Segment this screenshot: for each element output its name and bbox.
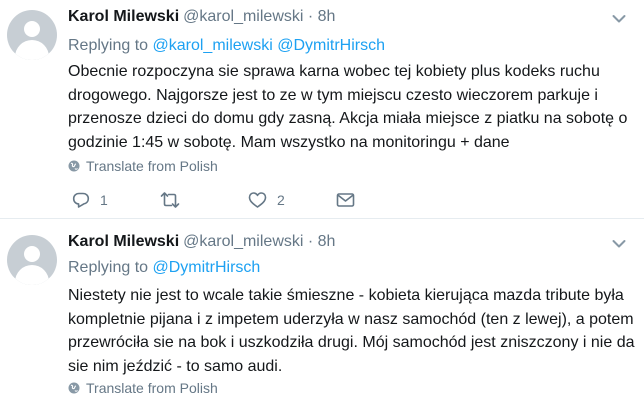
user-handle[interactable]: @karol_milewski — [183, 233, 303, 250]
replying-to: Replying to @karol_milewski @DymitrHirsc… — [68, 36, 385, 56]
translate-link[interactable]: Translate from Polish — [68, 379, 218, 397]
display-name[interactable]: Karol Milewski — [68, 8, 179, 25]
tweet[interactable]: Karol Milewski @karol_milewski · 8h Reply… — [0, 0, 644, 219]
tweet-text: Obecnie rozpoczyna sie sprawa karna wobe… — [68, 63, 628, 151]
chevron-down-icon[interactable] — [612, 239, 626, 249]
tweet[interactable]: Karol Milewski @karol_milewski · 8h Reply… — [0, 220, 644, 411]
timestamp[interactable]: 8h — [318, 8, 336, 25]
retweet-button[interactable] — [160, 190, 180, 210]
like-button[interactable]: 2 — [248, 190, 285, 210]
avatar[interactable] — [7, 235, 57, 285]
mention-link[interactable]: @DymitrHirsch — [153, 259, 261, 276]
replying-to-label: Replying to — [68, 37, 153, 54]
timestamp[interactable]: 8h — [318, 233, 336, 250]
globe-icon — [68, 382, 80, 394]
like-icon — [248, 192, 267, 208]
replying-to: Replying to @DymitrHirsch — [68, 258, 260, 278]
tweet-actions: 1 2 — [72, 190, 372, 210]
globe-icon — [68, 160, 80, 172]
reply-icon — [72, 192, 90, 208]
reply-count: 1 — [100, 192, 108, 208]
reply-button[interactable]: 1 — [72, 190, 108, 210]
replying-to-label: Replying to — [68, 259, 153, 276]
user-handle[interactable]: @karol_milewski — [183, 8, 303, 25]
tweet-header: Karol Milewski @karol_milewski · 8h — [68, 232, 335, 252]
translate-link[interactable]: Translate from Polish — [68, 157, 218, 175]
mention-link[interactable]: @karol_milewski — [153, 37, 273, 54]
translate-label: Translate from Polish — [86, 158, 218, 174]
like-count: 2 — [277, 192, 285, 208]
translate-label: Translate from Polish — [86, 380, 218, 396]
separator-dot: · — [307, 233, 314, 250]
chevron-down-icon[interactable] — [612, 14, 626, 24]
tweet-text: Niestety nie jest to wcale takie śmieszn… — [68, 287, 635, 375]
tweet-header: Karol Milewski @karol_milewski · 8h — [68, 7, 335, 27]
direct-message-icon — [336, 193, 355, 207]
direct-message-button[interactable] — [336, 190, 355, 210]
display-name[interactable]: Karol Milewski — [68, 233, 179, 250]
mention-link[interactable]: @DymitrHirsch — [277, 37, 385, 54]
avatar[interactable] — [7, 10, 57, 60]
retweet-icon — [160, 192, 180, 208]
separator-dot: · — [307, 8, 314, 25]
